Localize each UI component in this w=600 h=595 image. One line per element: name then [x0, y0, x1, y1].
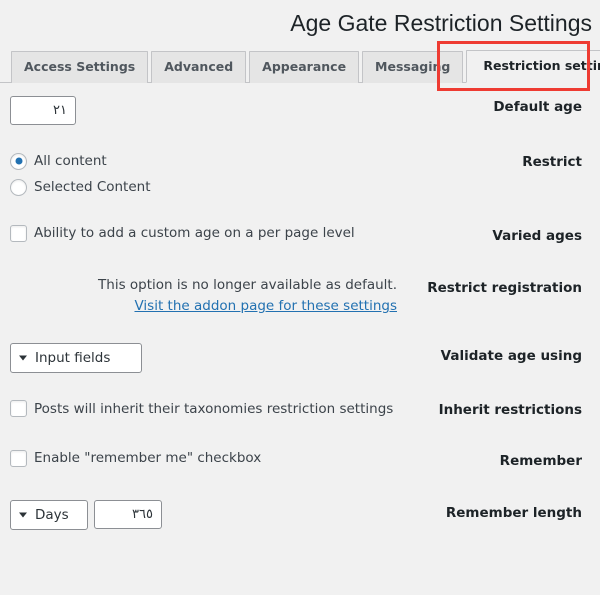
inherit-restrictions-field[interactable]: Posts will inherit their taxonomies rest…: [10, 399, 397, 419]
default-age-input[interactable]: [10, 95, 76, 125]
remember-length-input[interactable]: [94, 500, 162, 530]
varied-ages-field[interactable]: Ability to add a custom age on a per pag…: [10, 223, 397, 243]
tab-bar: Access Settings Advanced Appearance Mess…: [0, 49, 600, 83]
radio-option-all-content[interactable]: All content: [10, 151, 397, 171]
row-restrict: Restrict All content Selected Content: [0, 138, 592, 211]
tab-messaging[interactable]: Messaging: [362, 50, 464, 83]
row-varied-ages: Varied ages Ability to add a custom age …: [0, 210, 592, 262]
inherit-restrictions-checkbox[interactable]: [10, 400, 27, 418]
radio-label-all-content: All content: [34, 152, 107, 169]
remember-checkbox-label: Enable "remember me" checkbox: [34, 450, 262, 467]
settings-form: Default age Restrict All content Selecte…: [0, 83, 600, 543]
remember-length-unit-value: Days: [35, 506, 69, 523]
row-remember: Remember Enable "remember me" checkbox: [0, 435, 592, 487]
row-restrict-registration: Restrict registration .This option is no…: [0, 262, 592, 330]
tab-access-settings[interactable]: Access Settings: [11, 50, 149, 83]
varied-ages-checkbox-label: Ability to add a custom age on a per pag…: [34, 225, 355, 242]
varied-ages-checkbox[interactable]: [10, 225, 27, 243]
inherit-restrictions-checkbox-label: Posts will inherit their taxonomies rest…: [34, 400, 394, 417]
label-restrict-registration: Restrict registration: [427, 279, 582, 296]
label-varied-ages: Varied ages: [492, 228, 582, 245]
chevron-down-icon: [19, 512, 27, 518]
remember-length-unit-select[interactable]: Days: [10, 499, 88, 530]
label-validate-age-using: Validate age using: [440, 347, 582, 364]
radio-label-selected-content: Selected Content: [34, 179, 151, 196]
tab-appearance[interactable]: Appearance: [249, 50, 360, 83]
label-inherit-restrictions: Inherit restrictions: [438, 401, 582, 418]
label-remember: Remember: [499, 453, 582, 470]
page-title: Age Gate Restriction Settings: [290, 10, 592, 36]
chevron-down-icon: [19, 355, 27, 361]
restrict-registration-note: .This option is no longer available as d…: [98, 276, 397, 293]
row-default-age: Default age: [0, 83, 592, 138]
row-remember-length: Remember length Days: [0, 487, 592, 543]
validate-age-using-value: Input fields: [35, 349, 111, 366]
tab-restriction-settings[interactable]: Restriction settings: [466, 49, 600, 83]
radio-option-selected-content[interactable]: Selected Content: [10, 177, 397, 197]
remember-field[interactable]: Enable "remember me" checkbox: [10, 448, 397, 468]
row-validate-age-using: Validate age using Input fields: [0, 330, 592, 386]
row-inherit-restrictions: Inherit restrictions Posts will inherit …: [0, 386, 592, 436]
addon-page-link[interactable]: Visit the addon page for these settings: [134, 298, 397, 314]
validate-age-using-select[interactable]: Input fields: [10, 342, 142, 373]
label-restrict: Restrict: [522, 153, 582, 170]
tab-advanced[interactable]: Advanced: [151, 50, 247, 83]
label-default-age: Default age: [493, 98, 582, 115]
remember-checkbox[interactable]: [10, 449, 27, 467]
radio-selected-content[interactable]: [10, 178, 27, 196]
label-remember-length: Remember length: [445, 504, 582, 521]
radio-all-content[interactable]: [10, 152, 27, 170]
